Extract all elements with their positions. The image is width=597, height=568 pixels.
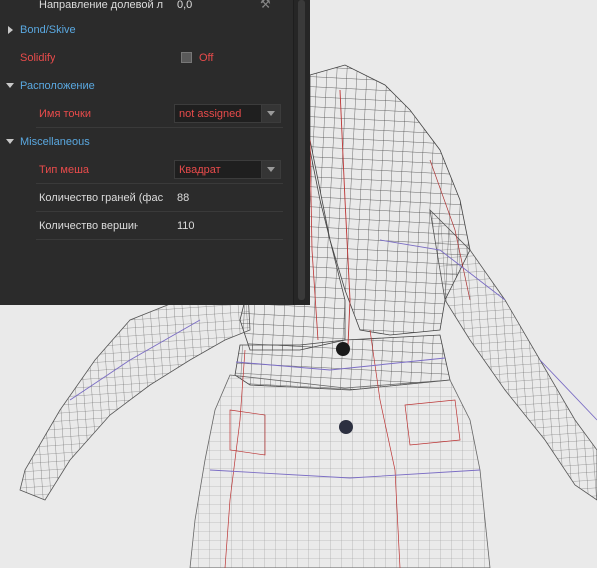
chevron-down-icon	[267, 111, 275, 116]
vertex-count-value: 110	[177, 220, 195, 232]
face-count-row: Количество граней (фас 88	[0, 184, 293, 212]
point-name-dropdown[interactable]: not assigned	[174, 104, 281, 123]
section-bond-skive-label: Bond/Skive	[20, 24, 76, 36]
chevron-down-icon	[267, 167, 275, 172]
face-count-value: 88	[177, 192, 190, 204]
wrench-icon[interactable]: ⚒	[260, 0, 271, 11]
solidify-row: Solidify Off	[0, 44, 293, 72]
collapse-icon[interactable]	[6, 139, 14, 144]
solidify-label: Solidify	[20, 52, 56, 64]
solidify-state: Off	[199, 52, 214, 64]
button-upper	[336, 342, 350, 356]
face-count-label: Количество граней (фас	[39, 192, 164, 204]
mesh-type-row: Тип меша Квадрат	[0, 156, 293, 184]
dropdown-button[interactable]	[261, 161, 280, 178]
mesh-type-value: Квадрат	[179, 164, 221, 176]
section-miscellaneous-label: Miscellaneous	[20, 136, 90, 148]
solidify-checkbox[interactable]	[181, 52, 192, 63]
grain-direction-value[interactable]: 0,0	[177, 0, 192, 11]
vertex-count-label: Количество вершин	[39, 220, 138, 232]
section-bond-skive[interactable]: Bond/Skive	[0, 16, 293, 44]
section-miscellaneous[interactable]: Miscellaneous	[0, 128, 293, 156]
mesh-type-label: Тип меша	[39, 164, 90, 176]
collapse-icon[interactable]	[6, 83, 14, 88]
vertex-count-row: Количество вершин 110	[0, 212, 293, 240]
point-name-label: Имя точки	[39, 108, 91, 120]
point-name-value: not assigned	[179, 108, 242, 120]
mesh-type-dropdown[interactable]: Квадрат	[174, 160, 281, 179]
section-placement[interactable]: Расположение	[0, 72, 293, 100]
panel-scrollbar[interactable]	[293, 0, 310, 305]
expand-icon[interactable]	[8, 26, 13, 34]
dropdown-button[interactable]	[261, 105, 280, 122]
button-lower	[339, 420, 353, 434]
grain-direction-label: Направление долевой л	[39, 0, 164, 11]
scrollbar-thumb[interactable]	[298, 0, 305, 300]
point-name-row: Имя точки not assigned	[0, 100, 293, 128]
section-placement-label: Расположение	[20, 80, 95, 92]
property-panel: Направление долевой л 0,0 ⚒ Bond/Skive S…	[0, 0, 294, 305]
